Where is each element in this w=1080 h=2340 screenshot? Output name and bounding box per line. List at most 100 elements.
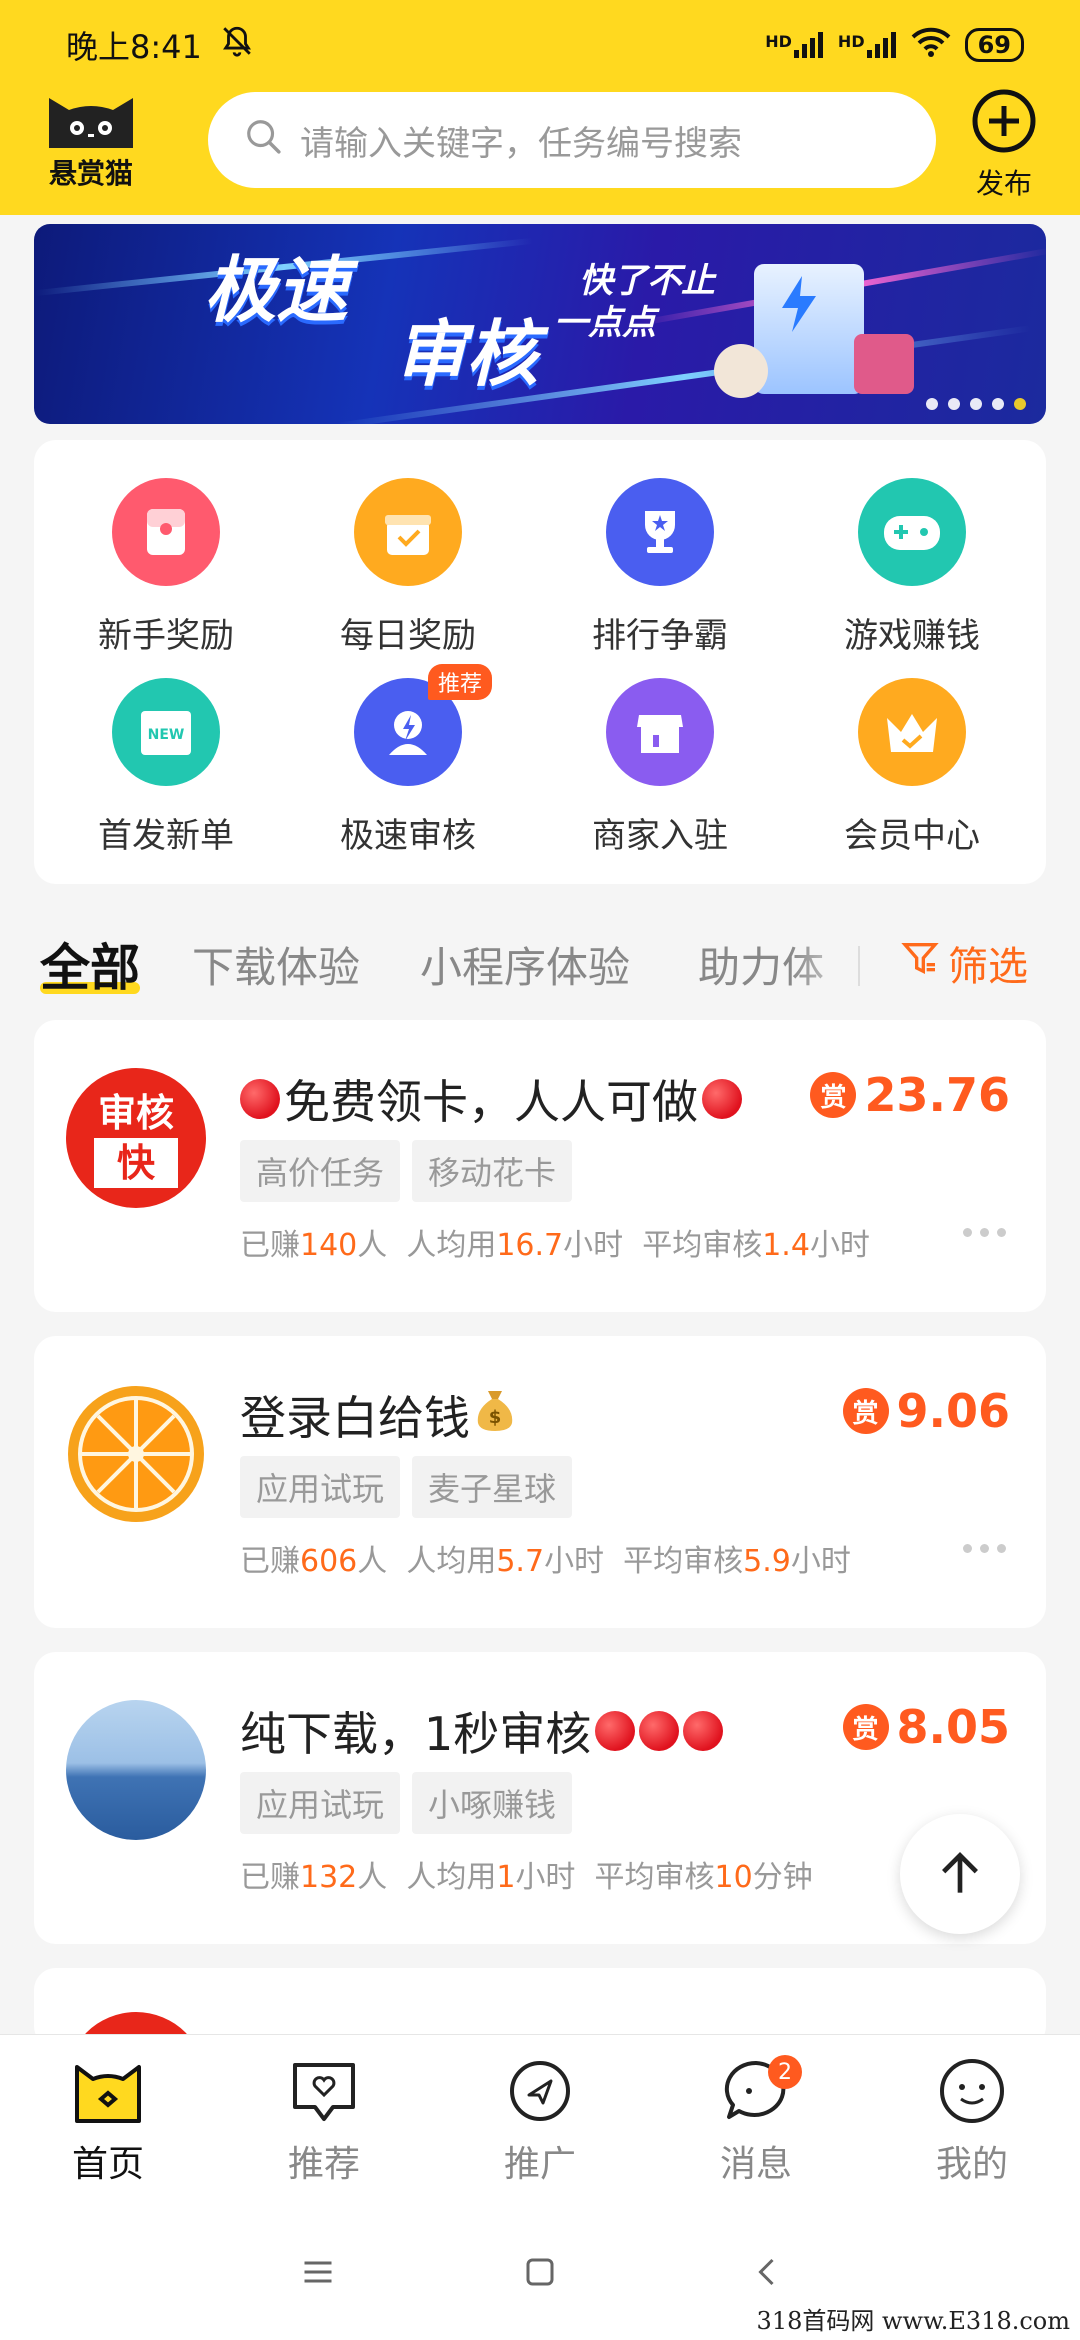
grid-item-daily-reward[interactable]: 每日奖励: [298, 478, 518, 678]
meta-value: 5.7: [496, 1544, 545, 1579]
grid-item-game-earn[interactable]: 游戏赚钱: [802, 478, 1022, 678]
nav-promote[interactable]: 推广: [432, 2055, 648, 2205]
meta-label: 平均审核: [642, 1228, 763, 1263]
red-envelope-icon: [112, 478, 220, 586]
reward-badge-icon: 赏: [842, 1388, 889, 1434]
task-card[interactable]: 纯下载，1秒审核 赏 8.05 应用试玩 小啄赚钱 已赚132人 人均用1小时 …: [34, 1652, 1046, 1944]
cat-logo-icon: [43, 88, 139, 150]
task-tag: 移动花卡: [412, 1140, 573, 1202]
avatar-text-top: 审核: [97, 1091, 174, 1135]
nav-messages[interactable]: 2 消息: [648, 2055, 864, 2205]
grid-item-first-release[interactable]: NEW 首发新单: [56, 678, 276, 878]
task-title-text: 免费领卡，人人可做: [284, 1075, 698, 1129]
promo-banner[interactable]: 极速 审核 快了不止 一点点: [34, 224, 1046, 424]
reward-amount: 9.06: [896, 1384, 1011, 1438]
filter-button[interactable]: 筛选: [900, 934, 1028, 992]
task-tag: 应用试玩: [240, 1772, 401, 1834]
top-bar: 晚上8:41 HD HD 69 悬赏猫 请输入关键字，任务编号搜索 发布: [0, 0, 1080, 215]
reward-amount: 8.05: [896, 1700, 1011, 1754]
task-meta: 已赚606人 人均用5.7小时 平均审核5.9小时: [240, 1536, 851, 1580]
feature-grid: 新手奖励 每日奖励 排行争霸 游戏赚钱 NEW 首发新单 推荐 极速审核 商家入…: [34, 440, 1046, 884]
grid-item-newbie-reward[interactable]: 新手奖励: [56, 478, 276, 678]
banner-subtitle-1: 快了不止: [579, 261, 715, 301]
new-badge-icon: NEW: [112, 678, 220, 786]
filter-icon: [900, 938, 940, 988]
tab-download-experience[interactable]: 下载体验: [192, 934, 360, 995]
status-left: 晚上8:41: [66, 22, 254, 68]
mascot-illustration: [714, 344, 768, 398]
more-options-icon[interactable]: [963, 1544, 1006, 1553]
banner-dot[interactable]: [970, 398, 982, 410]
more-options-icon[interactable]: [963, 1228, 1006, 1237]
tabs-divider: [858, 946, 860, 986]
red-dot-icon: [240, 1079, 280, 1119]
bell-off-icon: [220, 24, 254, 66]
red-dot-icon: [683, 1711, 724, 1751]
grid-item-vip-center[interactable]: 会员中心: [802, 678, 1022, 878]
filter-label: 筛选: [948, 944, 1028, 990]
meta-label: 人: [357, 1544, 388, 1579]
banner-dot[interactable]: [992, 398, 1004, 410]
task-tag: 应用试玩: [240, 1456, 401, 1518]
task-tag: 麦子星球: [412, 1456, 573, 1518]
red-dot-icon: [639, 1711, 680, 1751]
meta-value: 10: [714, 1860, 753, 1895]
arrow-up-icon: [942, 1852, 978, 1893]
back-icon[interactable]: [750, 2254, 786, 2294]
meta-value: 132: [300, 1860, 358, 1895]
meta-label: 人均用: [406, 1860, 497, 1895]
nav-home[interactable]: 首页: [0, 2055, 216, 2205]
grid-item-label: 新手奖励: [98, 616, 234, 656]
signal-icon-2: HD: [838, 32, 897, 58]
tab-all[interactable]: 全部: [40, 928, 140, 1000]
banner-title-2: 审核: [394, 312, 539, 396]
wifi-icon: [911, 27, 951, 63]
heart-bubble-icon: [293, 2063, 355, 2121]
banner-dot[interactable]: [1014, 398, 1026, 410]
grid-item-label: 每日奖励: [340, 616, 476, 656]
fast-review-icon: 推荐: [354, 664, 493, 786]
grid-item-fast-review[interactable]: 推荐 极速审核: [298, 664, 518, 878]
gamepad-icon: [858, 478, 966, 586]
meta-value: 5.9: [743, 1544, 791, 1579]
grid-item-label: 商家入驻: [592, 816, 728, 856]
reward-badge-icon: 赏: [842, 1704, 889, 1750]
meta-label: 已赚: [240, 1228, 300, 1263]
back-to-top-button[interactable]: [900, 1814, 1020, 1934]
publish-button[interactable]: 发布: [962, 88, 1046, 200]
meta-label: 平均审核: [623, 1544, 744, 1579]
header: 悬赏猫 请输入关键字，任务编号搜索 发布: [0, 88, 1080, 200]
nav-label: 消息: [719, 2144, 792, 2185]
store-icon: [606, 678, 714, 786]
nav-profile[interactable]: 我的: [864, 2055, 1080, 2205]
meta-label: 小时: [544, 1544, 605, 1579]
task-card[interactable]: 登录白给钱 $ 赏 9.06 应用试玩 麦子星球 已赚606人 人均用5.7小时…: [34, 1336, 1046, 1628]
red-dot-icon: [702, 1079, 742, 1119]
tab-miniprogram-experience[interactable]: 小程序体验: [420, 934, 630, 995]
reward-amount: 23.76: [864, 1068, 1010, 1122]
meta-value: 1: [496, 1860, 516, 1895]
home-square-icon[interactable]: [522, 2254, 558, 2294]
app-logo[interactable]: 悬赏猫: [36, 88, 146, 198]
status-time: 晚上8:41: [66, 28, 202, 66]
gift-box-icon: [354, 478, 462, 586]
grid-item-label: 排行争霸: [592, 616, 728, 656]
search-bar[interactable]: 请输入关键字，任务编号搜索: [208, 92, 936, 188]
task-reward: 赏 9.06: [842, 1384, 1011, 1438]
nav-recommend[interactable]: 推荐: [216, 2055, 432, 2205]
task-card[interactable]: 审核 快 免费领卡，人人可做 赏 23.76 高价任务 移动花卡 已赚140人 …: [34, 1020, 1046, 1312]
task-avatar: 审核 快: [66, 1068, 206, 1208]
grid-item-merchant-join[interactable]: 商家入驻: [550, 678, 770, 878]
meta-label: 人: [357, 1228, 388, 1263]
task-avatar: [66, 1384, 206, 1524]
task-tags: 应用试玩 小啄赚钱: [240, 1772, 573, 1834]
task-title: 免费领卡，人人可做: [240, 1066, 742, 1132]
banner-dot[interactable]: [948, 398, 960, 410]
nav-label: 推荐: [287, 2144, 360, 2185]
task-avatar: [66, 1700, 206, 1840]
crown-icon: [858, 678, 966, 786]
grid-item-leaderboard[interactable]: 排行争霸: [550, 478, 770, 678]
banner-dot[interactable]: [926, 398, 938, 410]
meta-label: 小时: [563, 1228, 624, 1263]
menu-icon[interactable]: [300, 2254, 336, 2294]
